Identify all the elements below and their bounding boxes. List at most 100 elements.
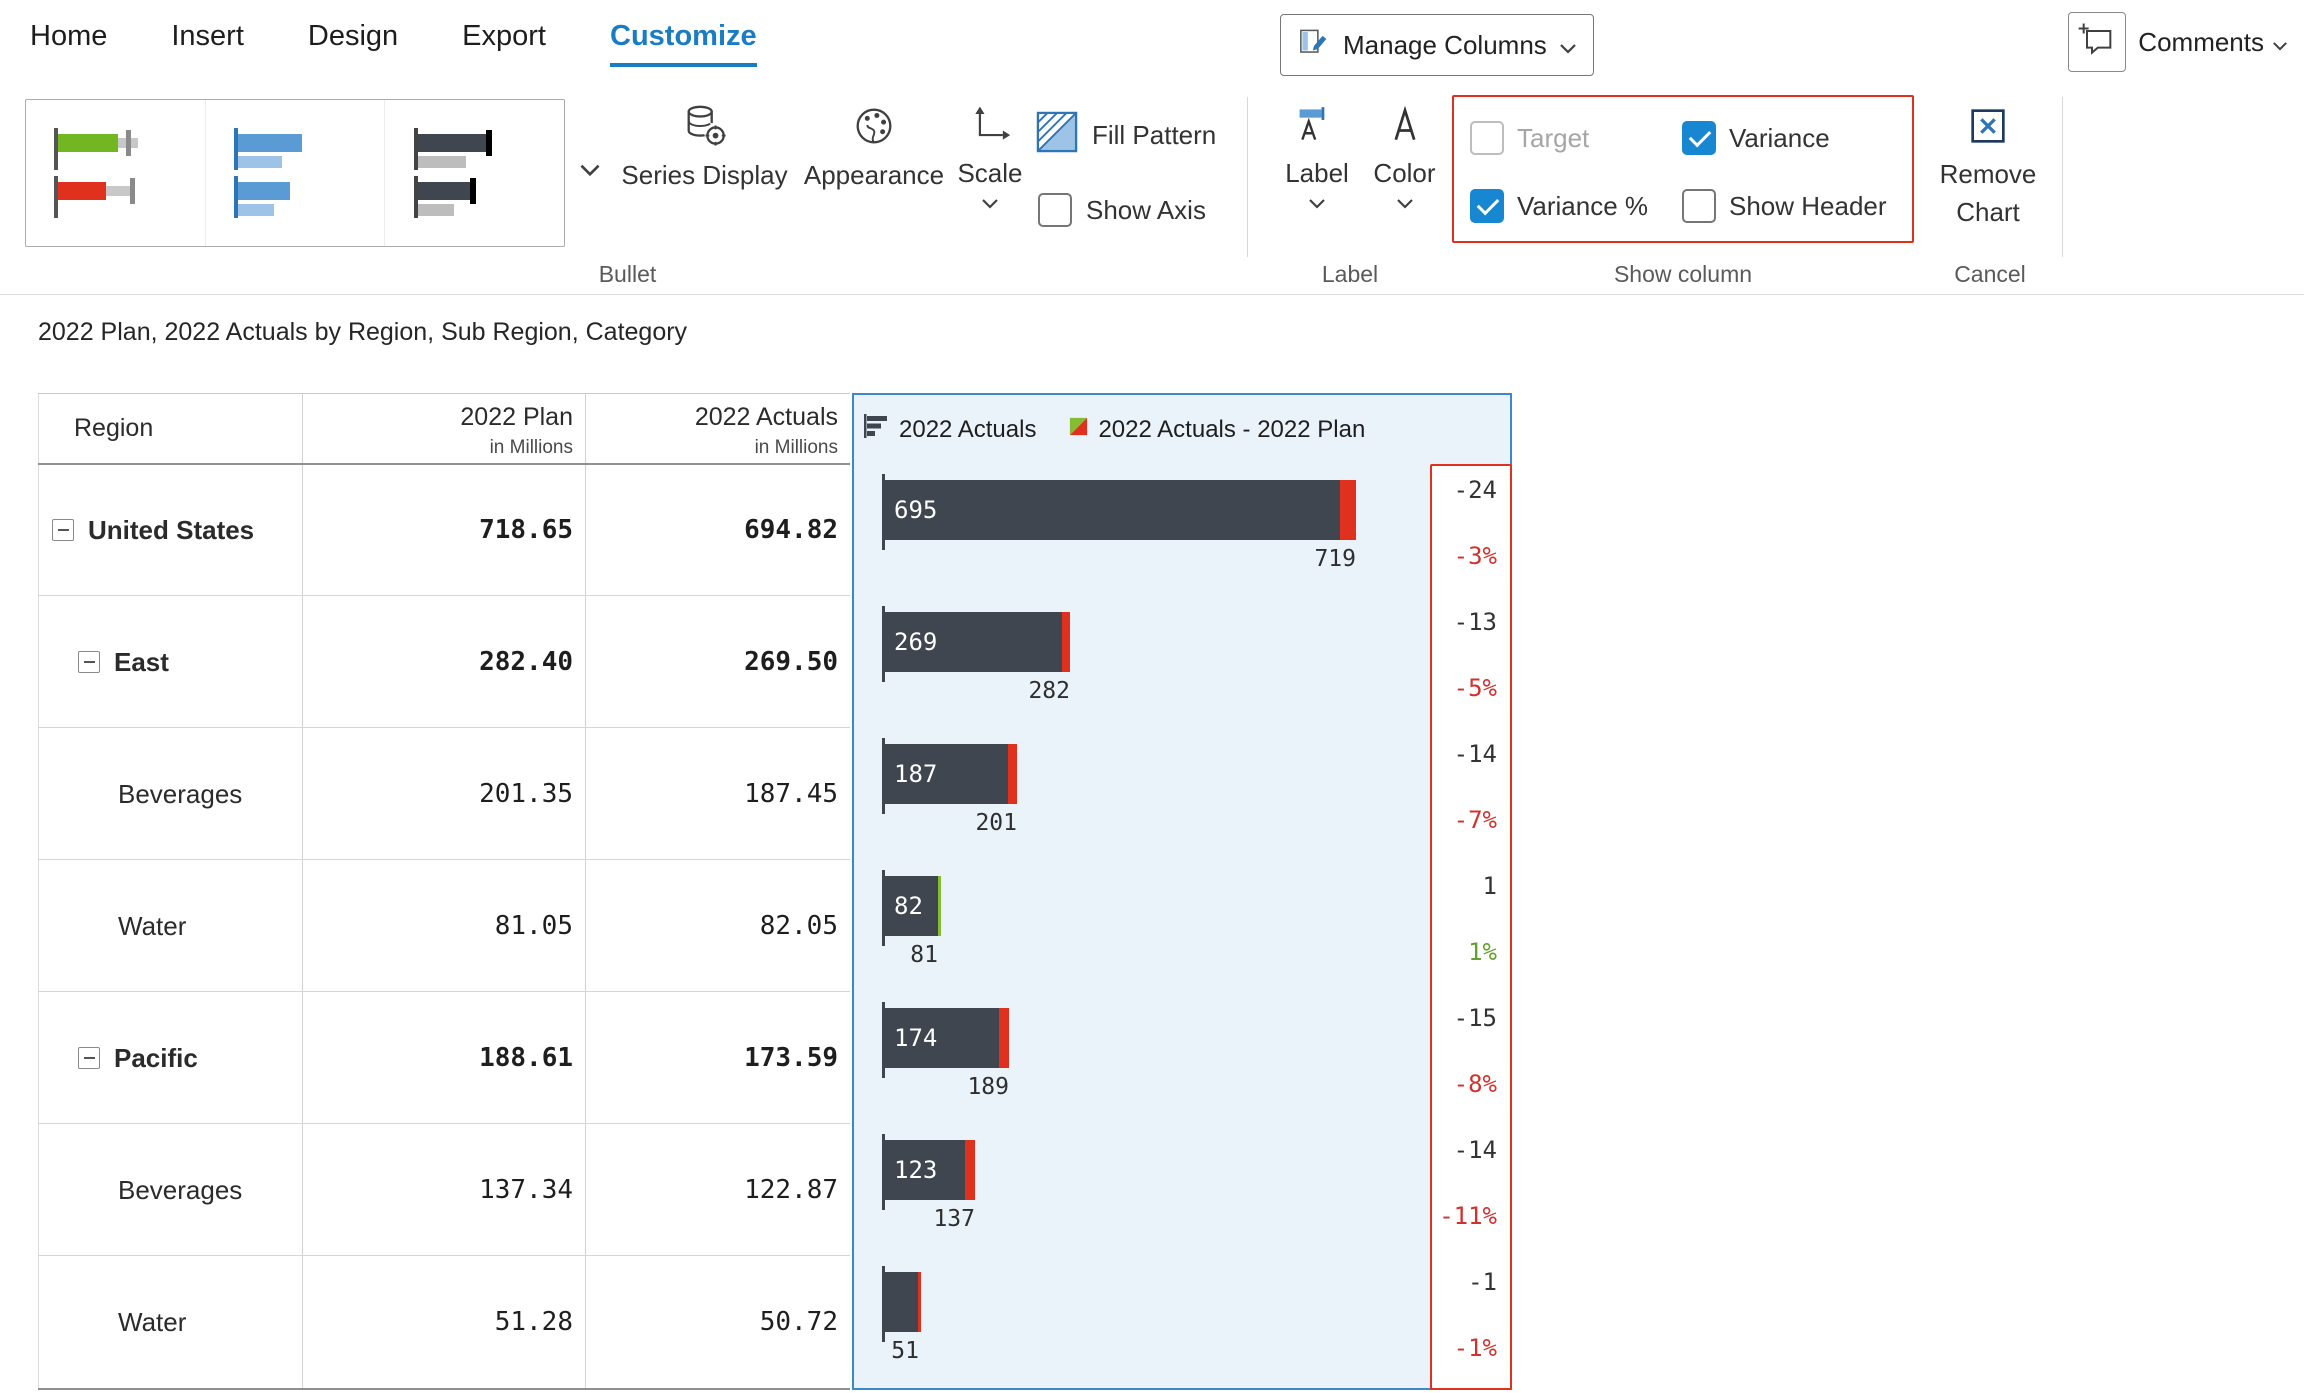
actuals-value: 122.87 bbox=[585, 1124, 850, 1256]
actuals-series-icon bbox=[864, 414, 890, 445]
actual-bar-label: 187 bbox=[885, 744, 1008, 804]
variance-tip bbox=[938, 876, 941, 936]
actual-bar[interactable]: 187 bbox=[885, 744, 1008, 804]
legend-actuals-label: 2022 Actuals bbox=[899, 416, 1036, 444]
column-unit-label: in Millions bbox=[490, 437, 573, 459]
remove-chart-button[interactable]: Remove Chart bbox=[1928, 103, 2048, 228]
region-cell: Water bbox=[38, 860, 302, 992]
variance-cell: -14 -11% bbox=[1432, 1126, 1510, 1258]
chevron-down-icon bbox=[1559, 30, 1577, 61]
label-button[interactable]: Label bbox=[1262, 103, 1372, 212]
variance-tip bbox=[1062, 612, 1070, 672]
tab-export[interactable]: Export bbox=[462, 20, 546, 67]
variance-cell: -13 -5% bbox=[1432, 598, 1510, 730]
region-label: Water bbox=[118, 1307, 186, 1338]
comments-control: Comments bbox=[2068, 12, 2288, 72]
target-checkbox[interactable]: Target bbox=[1470, 121, 1589, 155]
collapse-row-icon[interactable] bbox=[78, 1047, 100, 1069]
manage-columns-button[interactable]: Manage Columns bbox=[1280, 14, 1594, 76]
bullet-chart-panel[interactable]: 2022 Actuals 2022 Actuals - 2022 Plan 69… bbox=[852, 393, 1512, 1390]
chevron-down-icon bbox=[2272, 27, 2288, 58]
plan-value: 282.40 bbox=[302, 596, 585, 728]
plan-value: 81.05 bbox=[302, 860, 585, 992]
bullet-style-green-red-icon bbox=[40, 118, 190, 228]
ribbon-divider bbox=[1247, 97, 1248, 257]
plan-value-label: 137 bbox=[882, 1206, 975, 1232]
region-cell: East bbox=[38, 596, 302, 728]
tab-customize[interactable]: Customize bbox=[610, 20, 757, 67]
region-cell: United States bbox=[38, 464, 302, 596]
column-header-actuals: 2022 Actuals in Millions bbox=[585, 393, 850, 464]
table-row: East 282.40 269.50 bbox=[38, 596, 850, 728]
color-button[interactable]: Color bbox=[1362, 103, 1447, 212]
chevron-down-icon bbox=[579, 163, 601, 180]
tab-design[interactable]: Design bbox=[308, 20, 398, 67]
appearance-label: Appearance bbox=[804, 160, 944, 191]
variance-cell: -24 -3% bbox=[1432, 466, 1510, 598]
variance-tip bbox=[1008, 744, 1017, 804]
ribbon-divider bbox=[2062, 97, 2063, 257]
scale-button[interactable]: Scale bbox=[945, 103, 1035, 212]
variance-tip bbox=[1340, 480, 1356, 540]
plan-value-label: 51 bbox=[882, 1338, 919, 1364]
label-button-label: Label bbox=[1285, 158, 1349, 189]
plan-value: 51.28 bbox=[302, 1256, 585, 1388]
actual-bar-label: 695 bbox=[885, 480, 1340, 540]
variance-tip bbox=[965, 1140, 975, 1200]
region-label: Pacific bbox=[114, 1043, 198, 1074]
actual-bar-label: 123 bbox=[885, 1140, 965, 1200]
collapse-row-icon[interactable] bbox=[78, 651, 100, 673]
variance-tip bbox=[999, 1008, 1009, 1068]
chart-legend: 2022 Actuals 2022 Actuals - 2022 Plan bbox=[854, 395, 1365, 464]
target-label: Target bbox=[1517, 123, 1589, 154]
table-row: United States 718.65 694.82 bbox=[38, 464, 850, 596]
column-header-plan: 2022 Plan in Millions bbox=[302, 393, 585, 464]
actual-bar[interactable]: 82 bbox=[885, 876, 938, 936]
show-axis-checkbox[interactable]: Show Axis bbox=[1038, 193, 1206, 227]
variance-percent: -3% bbox=[1454, 542, 1497, 570]
tab-home[interactable]: Home bbox=[30, 20, 107, 67]
show-column-group-highlight: Target Variance Variance % Show Header bbox=[1452, 95, 1914, 243]
plan-value-label: 201 bbox=[882, 810, 1017, 836]
fill-pattern-button[interactable]: Fill Pattern bbox=[1036, 111, 1216, 160]
column-unit-label: in Millions bbox=[755, 437, 838, 459]
variance-percent: -8% bbox=[1454, 1070, 1497, 1098]
actual-bar[interactable]: 174 bbox=[885, 1008, 999, 1068]
bullet-bar-row: 82 81 bbox=[882, 862, 1422, 994]
collapse-row-icon[interactable] bbox=[52, 519, 74, 541]
actuals-value: 82.05 bbox=[585, 860, 850, 992]
plan-value-label: 282 bbox=[882, 678, 1070, 704]
variance-percent-checkbox[interactable]: Variance % bbox=[1470, 189, 1648, 223]
variance-checkbox[interactable]: Variance bbox=[1682, 121, 1830, 155]
checkbox-icon bbox=[1470, 121, 1504, 155]
group-label-show-column: Show column bbox=[1452, 261, 1914, 288]
chart-style-option-3[interactable] bbox=[385, 100, 564, 246]
variance-series-icon bbox=[1068, 416, 1089, 444]
actual-bar[interactable]: 695 bbox=[885, 480, 1340, 540]
manage-columns-label: Manage Columns bbox=[1343, 30, 1547, 61]
actual-bar[interactable]: 123 bbox=[885, 1140, 965, 1200]
remove-chart-label-2: Chart bbox=[1956, 196, 2020, 228]
comments-button[interactable]: Comments bbox=[2138, 27, 2288, 58]
plan-value-label: 189 bbox=[882, 1074, 1009, 1100]
add-comment-button[interactable] bbox=[2068, 12, 2126, 72]
appearance-button[interactable]: Appearance bbox=[798, 103, 950, 191]
bullet-bar-row: 187 201 bbox=[882, 730, 1422, 862]
tab-insert[interactable]: Insert bbox=[171, 20, 244, 67]
bullet-style-blue-icon bbox=[220, 118, 370, 228]
actual-bar[interactable] bbox=[885, 1272, 918, 1332]
chart-style-option-1[interactable] bbox=[26, 100, 206, 246]
show-header-checkbox[interactable]: Show Header bbox=[1682, 189, 1887, 223]
series-display-button[interactable]: Series Display bbox=[612, 103, 797, 191]
chart-style-option-2[interactable] bbox=[206, 100, 386, 246]
group-label-label: Label bbox=[1252, 261, 1448, 288]
table-border bbox=[38, 1388, 850, 1390]
variance-value: -24 bbox=[1454, 476, 1497, 504]
actual-bar[interactable]: 269 bbox=[885, 612, 1062, 672]
checkbox-icon bbox=[1470, 189, 1504, 223]
gallery-expand-button[interactable] bbox=[572, 151, 608, 191]
variance-cell: -15 -8% bbox=[1432, 994, 1510, 1126]
bullet-bar-row: 123 137 bbox=[882, 1126, 1422, 1258]
plan-value: 718.65 bbox=[302, 464, 585, 596]
column-header-region: Region bbox=[38, 393, 302, 464]
